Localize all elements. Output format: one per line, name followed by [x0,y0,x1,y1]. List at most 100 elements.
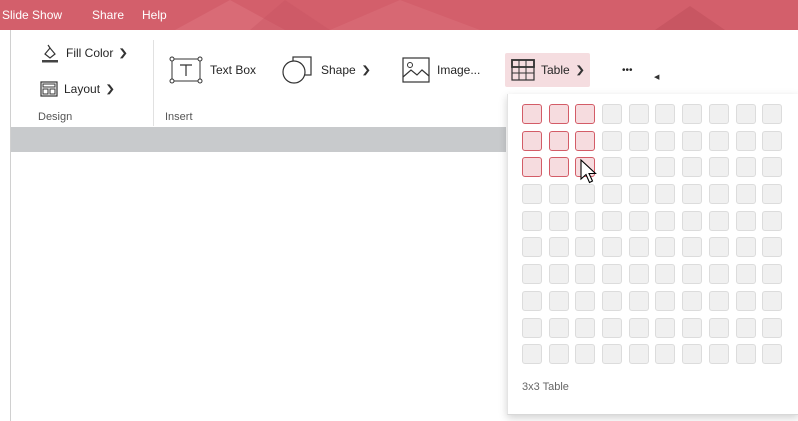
table-size-cell[interactable] [655,344,676,365]
table-size-cell[interactable] [708,130,729,151]
table-size-cell[interactable] [735,210,756,231]
table-size-cell[interactable] [682,237,703,258]
table-size-cell[interactable] [602,264,623,285]
shape-button[interactable]: Shape ❯ [277,56,374,84]
table-size-cell[interactable] [735,104,756,124]
table-size-cell[interactable] [548,317,569,338]
table-size-cell[interactable] [735,344,756,365]
table-size-cell[interactable] [762,104,783,124]
chevron-down-icon[interactable]: ❯ [105,84,115,95]
table-size-cell[interactable] [548,237,569,258]
table-size-cell[interactable] [548,210,569,231]
layout-button[interactable]: Layout ❯ [36,76,118,102]
more-options-icon[interactable]: ••• [618,57,637,83]
table-size-cell[interactable] [522,290,542,311]
table-size-cell[interactable] [522,210,542,231]
table-size-cell[interactable] [682,290,703,311]
table-size-cell[interactable] [708,237,729,258]
table-size-cell[interactable] [708,290,729,311]
chevron-down-icon[interactable]: ❯ [575,65,585,76]
table-size-cell[interactable] [762,290,783,311]
table-size-cell[interactable] [522,237,542,258]
table-size-cell[interactable] [602,104,623,124]
table-size-cell[interactable] [548,104,569,124]
table-size-cell[interactable] [522,157,542,178]
table-size-cell[interactable] [735,290,756,311]
table-size-cell[interactable] [575,104,596,124]
table-size-cell[interactable] [628,104,649,124]
table-size-cell[interactable] [602,290,623,311]
table-size-cell[interactable] [655,184,676,205]
table-size-cell[interactable] [762,344,783,365]
fill-color-button[interactable]: Fill Color ❯ [36,40,132,66]
table-size-cell[interactable] [655,237,676,258]
table-size-cell[interactable] [522,264,542,285]
table-size-cell[interactable] [682,317,703,338]
table-size-cell[interactable] [548,184,569,205]
table-size-cell[interactable] [522,130,542,151]
table-size-cell[interactable] [655,290,676,311]
table-size-cell[interactable] [682,344,703,365]
menu-slide-show[interactable]: Slide Show [2,8,62,22]
table-size-cell[interactable] [575,264,596,285]
table-size-cell[interactable] [575,157,596,178]
table-size-cell[interactable] [762,130,783,151]
table-size-cell[interactable] [735,184,756,205]
table-size-cell[interactable] [628,210,649,231]
table-size-cell[interactable] [682,130,703,151]
chevron-down-icon[interactable]: ❯ [361,65,371,76]
image-button[interactable]: Image... [397,57,484,83]
table-size-cell[interactable] [602,237,623,258]
text-box-button[interactable]: Text Box [164,56,260,84]
table-size-cell[interactable] [762,237,783,258]
menu-share[interactable]: Share [92,8,124,22]
table-size-cell[interactable] [762,317,783,338]
table-size-cell[interactable] [735,317,756,338]
table-size-cell[interactable] [575,344,596,365]
chevron-down-icon[interactable]: ❯ [119,48,129,59]
table-size-cell[interactable] [602,210,623,231]
table-size-cell[interactable] [548,344,569,365]
table-size-cell[interactable] [575,237,596,258]
table-size-cell[interactable] [708,344,729,365]
table-size-grid[interactable] [522,104,783,365]
table-size-cell[interactable] [762,264,783,285]
table-size-cell[interactable] [602,344,623,365]
table-size-cell[interactable] [735,157,756,178]
table-size-cell[interactable] [548,264,569,285]
table-size-cell[interactable] [682,264,703,285]
table-size-cell[interactable] [708,264,729,285]
table-size-cell[interactable] [735,237,756,258]
table-size-cell[interactable] [628,130,649,151]
table-size-cell[interactable] [522,317,542,338]
table-size-cell[interactable] [628,344,649,365]
table-size-cell[interactable] [682,157,703,178]
table-size-cell[interactable] [548,157,569,178]
table-size-cell[interactable] [708,104,729,124]
table-size-cell[interactable] [628,157,649,178]
table-size-cell[interactable] [655,157,676,178]
table-button[interactable]: Table ❯ [505,53,591,87]
table-size-cell[interactable] [682,184,703,205]
table-size-cell[interactable] [655,130,676,151]
table-size-cell[interactable] [708,317,729,338]
table-size-cell[interactable] [655,317,676,338]
table-size-cell[interactable] [682,210,703,231]
table-size-cell[interactable] [735,130,756,151]
table-size-cell[interactable] [602,317,623,338]
table-size-cell[interactable] [575,317,596,338]
table-size-cell[interactable] [682,104,703,124]
table-size-cell[interactable] [708,157,729,178]
table-size-cell[interactable] [575,290,596,311]
table-size-cell[interactable] [575,210,596,231]
table-size-cell[interactable] [628,264,649,285]
table-size-cell[interactable] [522,344,542,365]
table-size-cell[interactable] [602,157,623,178]
table-size-cell[interactable] [762,184,783,205]
table-size-cell[interactable] [655,264,676,285]
table-size-cell[interactable] [628,184,649,205]
table-size-cell[interactable] [655,210,676,231]
table-size-cell[interactable] [548,130,569,151]
table-size-cell[interactable] [628,317,649,338]
table-size-cell[interactable] [575,130,596,151]
